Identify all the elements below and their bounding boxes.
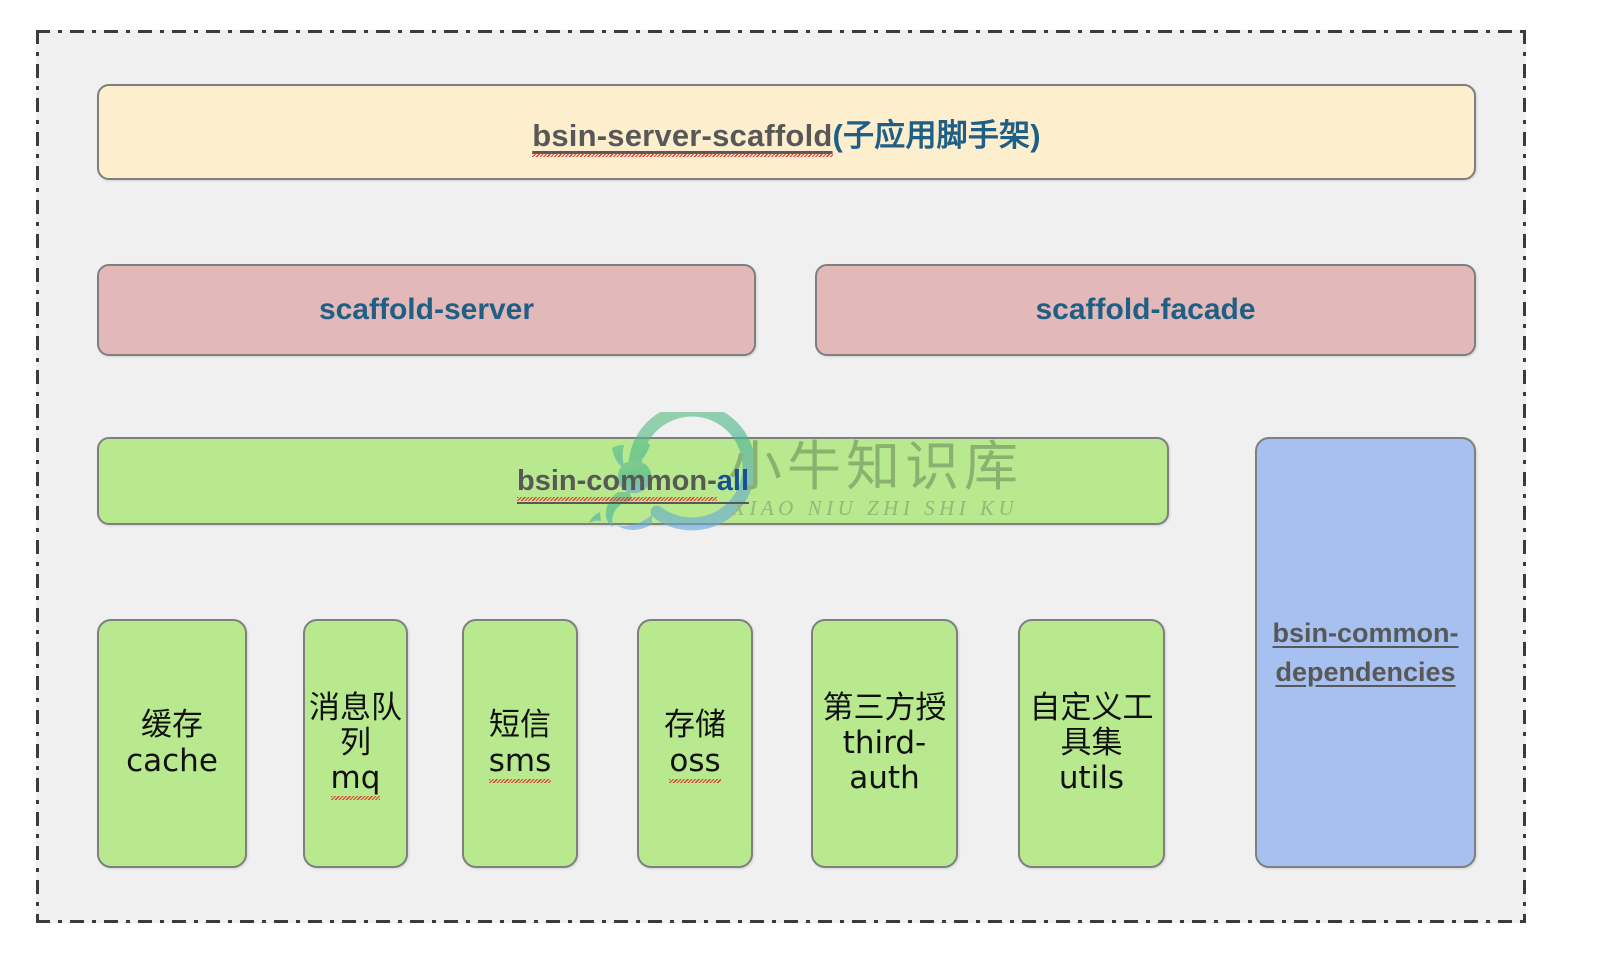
node-module-oss[interactable]: 存储 oss: [637, 619, 753, 868]
architecture-diagram: bsin-server-scaffold(子应用脚手架) scaffold-se…: [0, 0, 1598, 980]
module-label-third-auth: 第三方授 third-auth: [813, 689, 956, 797]
scaffold-paren-text: (子应用脚手架): [832, 117, 1041, 153]
node-module-mq[interactable]: 消息队列 mq: [303, 619, 408, 868]
module-label-mq: 消息队列 mq: [305, 689, 406, 801]
module-cn-oss: 存储: [664, 707, 726, 744]
node-bsin-common-dependencies[interactable]: bsin-common-dependencies: [1255, 437, 1476, 868]
common-all-title: bsin-common-all: [516, 464, 750, 504]
node-scaffold-server[interactable]: scaffold-server: [97, 264, 756, 356]
module-cn-utils: 自定义工具集: [1029, 689, 1154, 761]
dashed-border-bottom: [36, 920, 1526, 923]
dashed-border-right: [1523, 30, 1526, 923]
scaffold-name-text: bsin-server-scaffold: [532, 117, 833, 153]
scaffold-server-label: scaffold-server: [318, 293, 535, 326]
module-label-utils: 自定义工具集 utils: [1020, 689, 1163, 797]
node-bsin-server-scaffold[interactable]: bsin-server-scaffold(子应用脚手架): [97, 84, 1476, 180]
module-en-third-auth: third-auth: [842, 724, 927, 797]
module-en-cache: cache: [126, 742, 218, 779]
module-en-utils: utils: [1058, 760, 1125, 797]
module-en-sms: sms: [488, 742, 552, 784]
node-scaffold-facade[interactable]: scaffold-facade: [815, 264, 1476, 356]
node-module-third-auth[interactable]: 第三方授 third-auth: [811, 619, 958, 868]
dashed-border-left: [36, 30, 39, 923]
module-cn-third-auth: 第三方授: [822, 689, 947, 726]
common-all-suffix: all: [716, 464, 750, 497]
node-bsin-common-all[interactable]: bsin-common-all: [97, 437, 1169, 525]
module-cn-sms: 短信: [489, 707, 551, 744]
node-module-sms[interactable]: 短信 sms: [462, 619, 578, 868]
node-module-utils[interactable]: 自定义工具集 utils: [1018, 619, 1165, 868]
scaffold-facade-label: scaffold-facade: [1035, 293, 1256, 326]
module-cn-mq: 消息队列: [309, 689, 402, 761]
module-label-cache: 缓存 cache: [122, 708, 222, 779]
module-en-mq: mq: [330, 760, 381, 801]
dashed-border-top: [36, 30, 1526, 33]
dependencies-label: bsin-common-dependencies: [1272, 618, 1459, 687]
module-cn-cache: 缓存: [141, 707, 203, 744]
scaffold-title: bsin-server-scaffold(子应用脚手架): [532, 110, 1041, 155]
module-label-oss: 存储 oss: [660, 707, 730, 784]
common-all-prefix: bsin-common-: [516, 464, 717, 497]
common-all-underline: [516, 502, 750, 504]
node-module-cache[interactable]: 缓存 cache: [97, 619, 247, 868]
module-en-oss: oss: [669, 742, 721, 784]
module-label-sms: 短信 sms: [485, 707, 556, 784]
